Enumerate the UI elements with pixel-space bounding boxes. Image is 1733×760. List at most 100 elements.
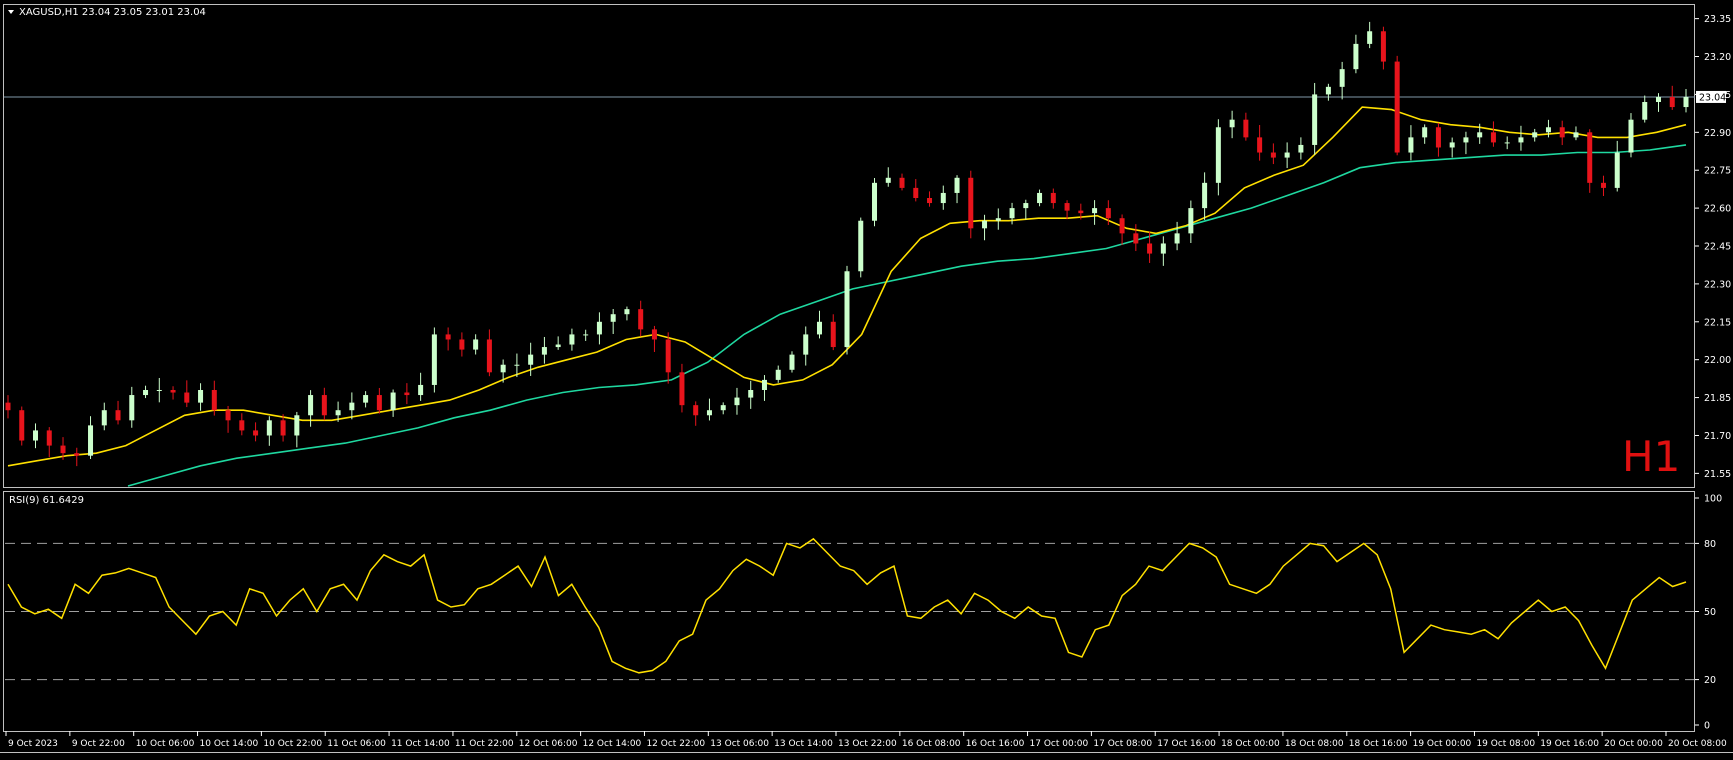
candle-body: [1408, 137, 1414, 153]
time-axis-label: 9 Oct 2023: [8, 739, 58, 749]
candle-body: [1092, 208, 1098, 214]
candle-body: [954, 177, 960, 193]
rsi-panel-frame: [3, 491, 1695, 732]
candle-body: [1490, 132, 1496, 143]
candle-body: [431, 334, 437, 385]
candle-body: [913, 187, 919, 198]
price-axis-label: 22.60: [1704, 204, 1731, 215]
candle-body: [211, 390, 217, 411]
time-axis-label: 19 Oct 16:00: [1540, 739, 1599, 749]
collapse-triangle-icon[interactable]: [8, 10, 14, 14]
candle-body: [1119, 218, 1125, 234]
price-axis-label: 22.90: [1704, 128, 1731, 139]
candle-body: [899, 177, 905, 188]
time-axis-label: 10 Oct 14:00: [200, 739, 259, 749]
price-axis-label: 22.15: [1704, 317, 1731, 328]
candle-body: [184, 392, 190, 403]
candle-body: [1573, 132, 1579, 138]
price-axis-label: 21.70: [1704, 431, 1731, 442]
time-axis-label: 17 Oct 08:00: [1093, 739, 1152, 749]
candle-body: [1367, 31, 1373, 44]
rsi-axis-label: 20: [1704, 675, 1716, 686]
candle-body: [280, 420, 286, 436]
candle-body: [872, 182, 878, 221]
candle-body: [665, 339, 671, 373]
candle-body: [624, 309, 630, 315]
candle-body: [5, 402, 11, 411]
candle-body: [761, 379, 767, 390]
candle-body: [1050, 192, 1056, 204]
candle-body: [1477, 132, 1483, 138]
candle-body: [376, 395, 382, 411]
candle-body: [555, 344, 561, 348]
rsi-axis-label: 50: [1704, 607, 1716, 618]
candle-body: [46, 430, 52, 446]
candle-body: [459, 339, 465, 350]
candle-body: [1614, 152, 1620, 188]
time-axis-label: 12 Oct 06:00: [519, 739, 578, 749]
candle-body: [1064, 203, 1070, 211]
candle-body: [1037, 192, 1043, 204]
timeframe-badge: H1: [1622, 432, 1680, 481]
candle-body: [1202, 182, 1208, 209]
candle-body: [541, 347, 547, 355]
candle-body: [1174, 233, 1180, 244]
time-axis-label: 11 Oct 14:00: [391, 739, 450, 749]
candle-body: [170, 390, 176, 393]
candle-body: [88, 425, 94, 456]
candle-body: [693, 405, 699, 416]
candle-body: [115, 410, 121, 421]
candle-body: [734, 397, 740, 406]
time-axis-label: 16 Oct 16:00: [966, 739, 1025, 749]
candle-body: [1023, 203, 1029, 209]
time-axis-label: 12 Oct 14:00: [583, 739, 642, 749]
candle-body: [129, 395, 135, 421]
rsi-line: [7, 537, 1687, 674]
candle-body: [1160, 243, 1166, 254]
candle-body: [266, 420, 272, 436]
candle-body: [679, 372, 685, 406]
time-axis-label: 9 Oct 22:00: [72, 739, 125, 749]
price-axis-label: 22.00: [1704, 355, 1731, 366]
candle-body: [486, 339, 492, 373]
candle-body: [321, 395, 327, 416]
candle-body: [803, 334, 809, 355]
candle-body: [1339, 69, 1345, 87]
main-panel-frame: [3, 4, 1695, 488]
candle-body: [1449, 142, 1455, 148]
time-axis-label: 11 Oct 06:00: [327, 739, 386, 749]
candle-body: [349, 402, 355, 411]
candle-body: [253, 430, 259, 436]
candle-body: [60, 445, 66, 454]
time-axis-label: 20 Oct 08:00: [1668, 739, 1727, 749]
time-axis-label: 17 Oct 16:00: [1157, 739, 1216, 749]
chart-canvas: 23.3523.2023.0522.9022.7522.6022.4522.30…: [0, 4, 1733, 753]
candle-body: [583, 334, 589, 336]
time-axis-label: 13 Oct 14:00: [774, 739, 833, 749]
candle-body: [239, 420, 245, 431]
candle-body: [885, 177, 891, 183]
candle-body: [445, 334, 451, 340]
candle-body: [1312, 94, 1318, 145]
candle-body: [1009, 208, 1015, 219]
time-axis-label: 10 Oct 22:00: [263, 739, 322, 749]
candle-body: [500, 364, 506, 373]
candle-body: [1642, 102, 1648, 120]
candle-body: [363, 395, 369, 403]
candle-body: [1655, 96, 1661, 102]
candle-body: [74, 453, 80, 456]
chart-window: 23.3523.2023.0522.9022.7522.6022.4522.30…: [0, 0, 1733, 756]
candle-body: [1078, 210, 1084, 214]
candle-body: [1600, 182, 1606, 188]
price-axis-label: 22.30: [1704, 279, 1731, 290]
candle-body: [33, 430, 39, 441]
candle-body: [927, 198, 933, 204]
time-axis-label: 17 Oct 00:00: [1030, 739, 1089, 749]
candle-body: [294, 415, 300, 436]
rsi-axis-label: 100: [1704, 494, 1722, 505]
candle-body: [1669, 96, 1675, 108]
candle-body: [1628, 119, 1634, 153]
candle-body: [1518, 137, 1524, 143]
time-axis-label: 19 Oct 08:00: [1476, 739, 1535, 749]
rsi-axis-label: 0: [1704, 721, 1710, 732]
